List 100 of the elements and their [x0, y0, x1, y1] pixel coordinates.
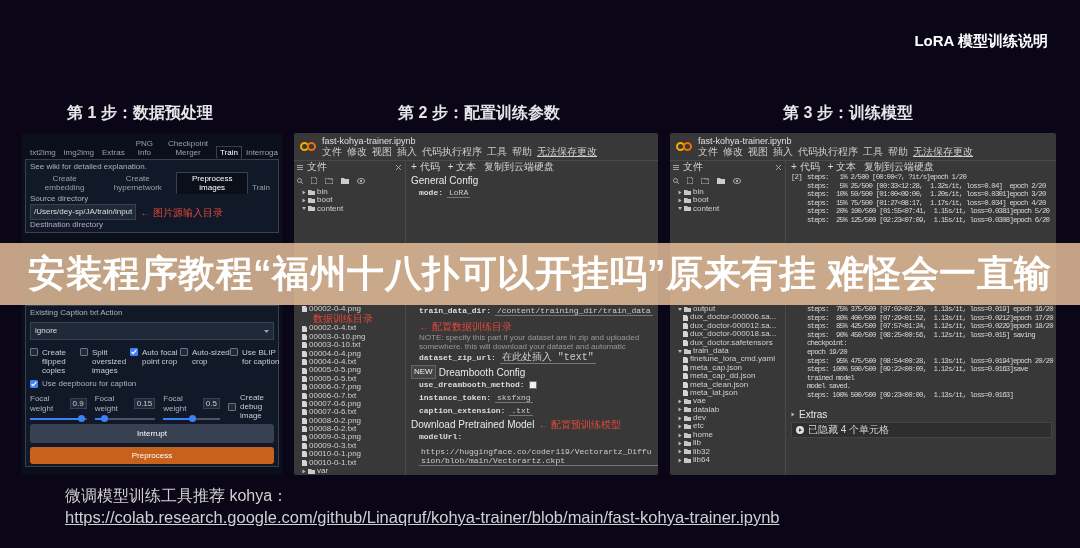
caret-icon[interactable]: [678, 449, 682, 454]
file-name[interactable]: 00006-0-7.txt: [309, 391, 357, 400]
file-name[interactable]: meta_clean.json: [690, 380, 749, 389]
file-name[interactable]: 00003-0-10.png: [309, 332, 366, 342]
slider-thumb[interactable]: [100, 414, 108, 422]
file-name[interactable]: 00007-0-6.png: [309, 399, 362, 409]
folder-name[interactable]: var: [317, 467, 329, 475]
file-name[interactable]: 00004-0-4.txt: [309, 357, 357, 367]
input-field[interactable]: https://huggingface.co/coder119/Vectorartz_Diffusion/blob/main/Vectorartz.ckpt: [419, 447, 658, 466]
slider-thumb[interactable]: [188, 414, 196, 422]
input-field[interactable]: 在此处插入 "text": [499, 352, 596, 364]
menu-item[interactable]: 文件: [698, 145, 718, 158]
caret-icon[interactable]: [791, 412, 795, 417]
folder-name[interactable]: train_data: [693, 346, 729, 356]
input-field[interactable]: LoRA: [447, 188, 471, 198]
slider-track[interactable]: [94, 417, 156, 420]
file-name[interactable]: 00006-0-7.png: [309, 383, 362, 392]
folder-name[interactable]: boot: [693, 196, 709, 205]
file-name[interactable]: finetune_lora_cmd.yaml: [690, 355, 775, 364]
slider-value[interactable]: 0.5: [202, 398, 220, 409]
folder-name[interactable]: lib32: [693, 447, 710, 457]
file-name[interactable]: 00009-0-3.txt: [309, 441, 357, 451]
file-name[interactable]: 00005-0-5.txt: [309, 374, 357, 384]
folder-name[interactable]: lib64: [693, 456, 710, 465]
file-name[interactable]: 00004-0-4.png: [309, 349, 362, 358]
menu-item[interactable]: 帮助: [512, 145, 532, 158]
checkbox[interactable]: [228, 402, 236, 411]
menu-item[interactable]: 视图: [372, 145, 392, 158]
tab[interactable]: PNG Info: [128, 137, 161, 159]
menu-item[interactable]: 修改: [347, 145, 367, 158]
save-link[interactable]: 无法保存更改: [537, 145, 597, 158]
file-name[interactable]: 00002-0-4.txt: [309, 324, 357, 333]
toolbar-button[interactable]: + 文本: [447, 161, 477, 173]
menu-item[interactable]: 文件: [322, 145, 342, 158]
folder-name[interactable]: home: [693, 430, 713, 440]
file-name[interactable]: 00002-0-4.png: [309, 305, 362, 314]
caret-icon[interactable]: [678, 207, 682, 211]
menu-item[interactable]: 代码执行程序: [798, 145, 858, 158]
caret-icon[interactable]: [678, 424, 682, 429]
folder-name[interactable]: datalab: [693, 405, 720, 415]
checkbox[interactable]: [180, 348, 188, 356]
caret-icon[interactable]: [678, 441, 682, 446]
tab[interactable]: Train: [216, 146, 242, 159]
folder-name[interactable]: etc: [693, 422, 704, 431]
tab[interactable]: Interroga: [241, 146, 282, 159]
link[interactable]: https://colab.research.google.com/github/Linaqruf/kohya-trainer/blob/main/fast-kohya-trainer.ipynb: [65, 507, 780, 528]
menu-item[interactable]: 修改: [723, 145, 743, 158]
caret-icon[interactable]: [302, 198, 306, 203]
menu-item[interactable]: 插入: [773, 145, 793, 158]
toolbar-button[interactable]: + 文本: [827, 161, 857, 173]
hidden-cells-bar[interactable]: 已隐藏 4 个单元格: [791, 421, 1052, 438]
tab[interactable]: txt2img: [26, 146, 60, 159]
menu-item[interactable]: 视图: [748, 145, 768, 158]
slider-value[interactable]: 0.9: [69, 398, 87, 409]
tab[interactable]: Checkpoint Merger: [160, 137, 217, 159]
file-name[interactable]: meta_lat.json: [690, 388, 738, 398]
menu-item[interactable]: 插入: [397, 145, 417, 158]
caret-icon[interactable]: [678, 433, 682, 438]
input-field[interactable]: /Users/dey-sp/JA/train/input: [30, 204, 137, 220]
menu-item[interactable]: 代码执行程序: [422, 145, 482, 158]
tab[interactable]: Extras: [98, 146, 129, 159]
caret-icon[interactable]: [678, 399, 682, 404]
folder-name[interactable]: content: [317, 204, 344, 214]
file-name[interactable]: 00008-0-2.txt: [309, 425, 357, 434]
preprocess-button[interactable]: Preprocess: [30, 447, 274, 464]
file-name[interactable]: 00005-0-5.png: [309, 366, 362, 375]
input-field[interactable]: /content/training_dir/train_data: [495, 306, 653, 316]
file-name[interactable]: dux_doctor.safetensors: [690, 338, 773, 347]
checkbox[interactable]: [80, 348, 88, 356]
file-name[interactable]: meta_cap_dd.json: [690, 372, 756, 381]
file-name[interactable]: meta_cap.json: [690, 363, 743, 373]
tab[interactable]: Create embedding: [30, 172, 100, 194]
file-name[interactable]: 00008-0-2.png: [309, 416, 362, 426]
toolbar-button[interactable]: 复制到云端硬盘: [864, 161, 935, 173]
tab[interactable]: Train: [248, 181, 274, 194]
caret-icon[interactable]: [678, 198, 682, 203]
folder-name[interactable]: vae: [693, 397, 706, 406]
caret-icon[interactable]: [302, 190, 306, 195]
folder-name[interactable]: lib: [693, 439, 701, 448]
file-name[interactable]: 00010-0-1.txt: [309, 458, 357, 468]
slider-value[interactable]: 0.15: [133, 398, 156, 409]
folder-name[interactable]: boot: [317, 196, 333, 205]
folder-name[interactable]: output: [693, 305, 716, 314]
toolbar-button[interactable]: + 代码: [411, 161, 440, 173]
caret-icon[interactable]: [678, 458, 682, 463]
folder-name[interactable]: bin: [693, 188, 704, 197]
file-name[interactable]: dux_doctor-000006.sa...: [690, 313, 777, 322]
toolbar-button[interactable]: 复制到云端硬盘: [484, 161, 555, 173]
file-name[interactable]: dux_doctor-000012.sa...: [690, 321, 777, 331]
input-field[interactable]: .txt: [509, 406, 533, 416]
caret-icon[interactable]: [302, 469, 306, 474]
menu-item[interactable]: 帮助: [888, 145, 908, 158]
file-name[interactable]: dux_doctor-000018.sa...: [690, 330, 777, 339]
checkbox[interactable]: [230, 348, 238, 356]
tab[interactable]: Create hypernetwork: [99, 172, 177, 194]
caret-icon[interactable]: [678, 190, 682, 195]
caret-icon[interactable]: [678, 407, 682, 412]
toolbar-button[interactable]: + 代码: [791, 161, 820, 173]
folder-name[interactable]: bin: [317, 188, 328, 197]
tab[interactable]: img2img: [59, 146, 99, 159]
